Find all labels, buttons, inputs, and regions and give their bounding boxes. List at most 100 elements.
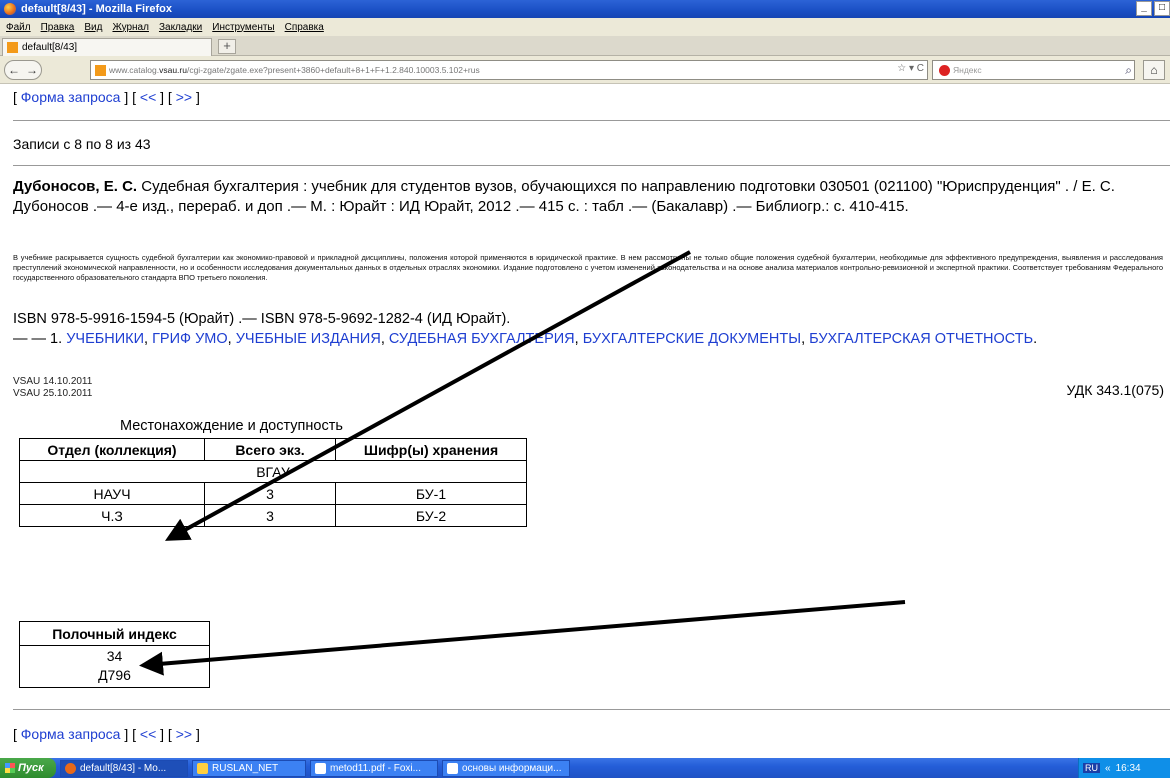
next-link[interactable]: >> <box>176 89 192 105</box>
table-cell: БУ-1 <box>335 482 527 505</box>
search-placeholder: Яндекс <box>953 65 982 75</box>
table-row: 34 Д796 <box>19 645 210 688</box>
subject-link[interactable]: УЧЕБНИКИ <box>66 331 144 347</box>
search-icon[interactable]: ⌕ <box>1125 63 1132 78</box>
table-cell: 3 <box>204 482 336 505</box>
system-tray: RU « 16:34 <box>1078 758 1170 778</box>
search-input[interactable]: Яндекс ⌕ <box>932 60 1135 80</box>
subject-link[interactable]: УЧЕБНЫЕ ИЗДАНИЯ <box>236 331 381 347</box>
table-row: НАУЧ 3 БУ-1 <box>19 482 527 505</box>
tab-label: default[8/43] <box>22 42 78 53</box>
window-controls: _ □ <box>1136 1 1170 16</box>
shelf-index-table: Полочный индекс 34 Д796 <box>19 621 210 688</box>
table-group-row: ВГАУ <box>19 460 527 483</box>
table-header-row: Полочный индекс <box>19 621 210 646</box>
home-icon[interactable]: ⌂ <box>1143 60 1165 80</box>
next-link[interactable]: >> <box>176 726 192 742</box>
page-content: [ Форма запроса ] [ << ] [ >> ] Записи с… <box>0 85 1170 758</box>
record-dates: VSAU 14.10.2011 VSAU 25.10.2011 <box>13 376 92 400</box>
windows-logo-icon <box>5 763 15 773</box>
record-author: Дубоносов, Е. С. <box>13 178 138 195</box>
divider <box>13 709 1170 710</box>
group-cell: ВГАУ <box>19 460 527 483</box>
back-arrow-icon[interactable]: ← <box>8 63 20 77</box>
records-range: Записи с 8 по 8 из 43 <box>13 136 151 152</box>
record-date: VSAU 14.10.2011 <box>13 376 93 387</box>
taskbar: Пуск default[8/43] - Mo... RUSLAN_NET me… <box>0 758 1170 778</box>
yandex-icon <box>939 64 950 76</box>
table-cell: БУ-2 <box>335 504 527 527</box>
record-description: Судебная бухгалтерия : учебник для студе… <box>13 178 1115 215</box>
back-forward-buttons: ← → <box>4 60 42 80</box>
language-indicator[interactable]: RU <box>1083 763 1100 773</box>
subject-list: — — 1. УЧЕБНИКИ, ГРИФ УМО, УЧЕБНЫЕ ИЗДАН… <box>13 331 1038 347</box>
column-header: Всего экз. <box>204 438 336 461</box>
folder-icon <box>197 762 208 774</box>
menu-help[interactable]: Справка <box>285 22 324 33</box>
tab-bar: default[8/43] + <box>0 36 1170 56</box>
maximize-button[interactable]: □ <box>1154 1 1170 16</box>
availability-title: Местонахождение и доступность <box>120 418 343 434</box>
clock: 16:34 <box>1115 762 1141 774</box>
column-header: Полочный индекс <box>19 621 210 646</box>
menu-bookmarks[interactable]: Закладки <box>159 22 202 33</box>
menu-view[interactable]: Вид <box>84 22 102 33</box>
subject-link[interactable]: БУХГАЛТЕРСКИЕ ДОКУМЕНТЫ <box>583 331 801 347</box>
subject-link[interactable]: БУХГАЛТЕРСКАЯ ОТЧЕТНОСТЬ <box>809 331 1033 347</box>
column-header: Отдел (коллекция) <box>19 438 205 461</box>
table-cell: НАУЧ <box>19 482 205 505</box>
address-bar[interactable]: www.catalog. vsau.ru/cgi-zgate/zgate.exe?… <box>90 60 928 80</box>
top-navigation: [ Форма запроса ] [ << ] [ >> ] <box>13 89 200 105</box>
subject-link[interactable]: СУДЕБНАЯ БУХГАЛТЕРИЯ <box>389 331 575 347</box>
request-form-link[interactable]: Форма запроса <box>21 89 121 105</box>
pdf-icon <box>315 762 326 774</box>
bibliographic-record: Дубоносов, Е. С. Судебная бухгалтерия : … <box>13 177 1165 217</box>
firefox-icon <box>4 3 16 15</box>
subject-link[interactable]: ГРИФ УМО <box>152 331 228 347</box>
menu-history[interactable]: Журнал <box>112 22 149 33</box>
site-favicon-icon <box>95 65 106 76</box>
table-cell: 3 <box>204 504 336 527</box>
minimize-button[interactable]: _ <box>1136 1 1152 16</box>
request-form-link[interactable]: Форма запроса <box>21 726 121 742</box>
url-domain: vsau.ru <box>159 65 187 75</box>
record-abstract: В учебнике раскрывается сущность судебно… <box>13 253 1163 282</box>
table-header-row: Отдел (коллекция) Всего экз. Шифр(ы) хра… <box>19 438 527 461</box>
new-tab-button[interactable]: + <box>218 39 236 54</box>
menu-file[interactable]: Файл <box>6 22 31 33</box>
column-header: Шифр(ы) хранения <box>335 438 527 461</box>
udk-code: УДК 343.1(075) <box>1066 382 1164 398</box>
prev-link[interactable]: << <box>140 89 156 105</box>
tab-default[interactable]: default[8/43] <box>2 38 212 56</box>
record-isbn-subjects: ISBN 978-5-9916-1594-5 (Юрайт) .— ISBN 9… <box>13 309 1165 349</box>
menu-tools[interactable]: Инструменты <box>212 22 274 33</box>
table-cell: Ч.З <box>19 504 205 527</box>
annotation-arrow <box>139 600 906 676</box>
availability-table: Отдел (коллекция) Всего экз. Шифр(ы) хра… <box>19 438 527 527</box>
divider <box>13 165 1170 166</box>
prev-link[interactable]: << <box>140 726 156 742</box>
forward-arrow-icon[interactable]: → <box>26 63 38 77</box>
url-controls-icon[interactable]: ☆ ▾ C <box>897 63 924 74</box>
tray-expand-icon[interactable]: « <box>1105 763 1111 774</box>
page-favicon-icon <box>7 42 18 53</box>
word-document-icon <box>447 762 458 774</box>
taskbar-item[interactable]: RUSLAN_NET <box>192 759 306 777</box>
window-titlebar[interactable]: default[8/43] - Mozilla Firefox _ □ <box>0 0 1170 18</box>
divider <box>13 120 1170 121</box>
shelf-index-value: Д796 <box>98 667 131 683</box>
taskbar-item[interactable]: metod11.pdf - Foxi... <box>310 759 438 777</box>
taskbar-item[interactable]: основы информаци... <box>442 759 570 777</box>
taskbar-item[interactable]: default[8/43] - Mo... <box>60 759 188 777</box>
navigation-bar: ← → www.catalog. vsau.ru/cgi-zgate/zgate.… <box>0 56 1170 84</box>
menu-bar: Файл Правка Вид Журнал Закладки Инструме… <box>0 18 1170 36</box>
url-path: /cgi-zgate/zgate.exe?present+3860+defaul… <box>186 65 480 75</box>
start-button[interactable]: Пуск <box>0 758 56 778</box>
shelf-index-cell: 34 Д796 <box>19 645 210 688</box>
record-date: VSAU 25.10.2011 <box>13 388 93 399</box>
record-isbn: ISBN 978-5-9916-1594-5 (Юрайт) .— ISBN 9… <box>13 311 511 327</box>
url-prefix: www.catalog. <box>109 65 160 75</box>
window-title: default[8/43] - Mozilla Firefox <box>21 3 172 15</box>
shelf-index-value: 34 <box>106 648 123 664</box>
menu-edit[interactable]: Правка <box>41 22 75 33</box>
